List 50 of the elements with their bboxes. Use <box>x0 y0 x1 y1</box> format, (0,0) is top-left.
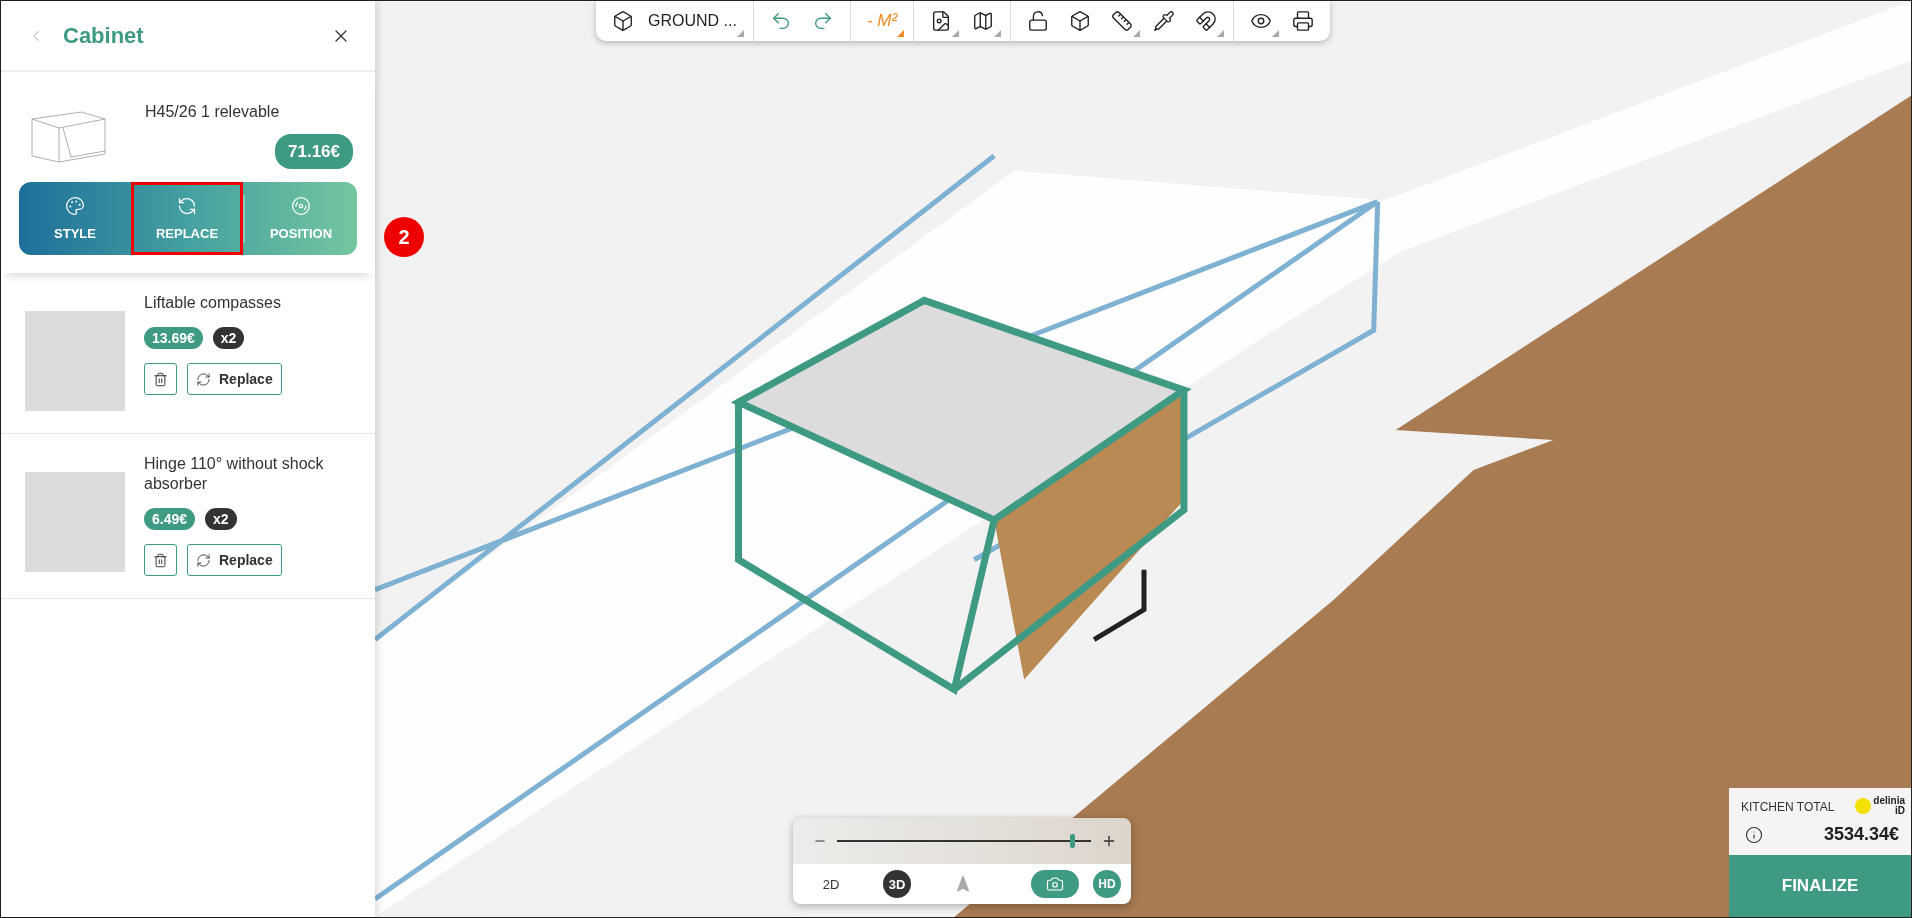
position-button[interactable]: POSITION <box>245 182 357 255</box>
brand-logo: delinia iD <box>1873 796 1905 816</box>
view-mode-button[interactable]: 3D <box>883 870 911 898</box>
quantity-tag: x2 <box>205 508 237 530</box>
price-tag: 13.69€ <box>144 327 203 349</box>
product-name: H45/26 1 relevable <box>145 102 280 122</box>
trash-icon <box>153 371 168 387</box>
plus-icon <box>1101 833 1117 849</box>
info-glyph <box>1745 825 1763 844</box>
refresh-icon <box>196 552 211 568</box>
total-amount: 3534.34€ <box>1823 824 1899 845</box>
print-icon <box>1292 10 1315 32</box>
ruler-icon <box>1111 10 1134 32</box>
accessory-name: Hinge 110° without shock absorber <box>144 454 325 494</box>
refresh-icon <box>196 371 211 387</box>
finalize-button[interactable]: FINALIZE <box>1729 855 1911 917</box>
map-icon <box>972 10 995 32</box>
quantity-tag: x2 <box>212 327 245 349</box>
position-icon <box>291 196 311 216</box>
zoom-slider[interactable] <box>837 834 1091 848</box>
style-button[interactable]: STYLE <box>19 182 131 255</box>
replace-button[interactable]: Replace <box>187 544 282 576</box>
hd-button[interactable]: HD <box>1093 870 1121 898</box>
magnet-icon <box>1195 10 1218 32</box>
replace-icon <box>177 196 197 216</box>
unlock-icon <box>1027 10 1050 32</box>
trash-icon <box>153 552 168 568</box>
camera-icon <box>1046 875 1064 893</box>
price-tag: 71.16€ <box>275 134 353 169</box>
info-icon[interactable] <box>1745 825 1763 844</box>
navigation-icon <box>954 875 972 893</box>
replace-button[interactable]: REPLACE <box>131 182 243 255</box>
area-button[interactable]: - M² <box>858 3 906 39</box>
delete-button[interactable] <box>144 544 177 576</box>
pipette-icon <box>1153 10 1176 32</box>
style-icon <box>65 196 85 216</box>
accessory-name: Liftable compasses <box>144 293 281 313</box>
zoom-in-button[interactable] <box>1101 833 1117 849</box>
slider-thumb[interactable] <box>1070 834 1076 848</box>
view-mode-button[interactable]: 2D <box>817 870 845 898</box>
level-selector[interactable]: GROUND ... <box>604 3 745 39</box>
replace-button[interactable]: Replace <box>187 363 282 395</box>
cube-icon <box>1069 10 1092 32</box>
panel-title: Cabinet <box>63 22 145 49</box>
price-tag: 6.49€ <box>144 508 196 530</box>
camera-button[interactable] <box>1031 870 1079 898</box>
floor-box-icon <box>612 10 634 32</box>
delete-button[interactable] <box>144 363 177 395</box>
total-label: KITCHEN TOTAL <box>1741 800 1835 814</box>
logo-dot-icon <box>1855 798 1872 814</box>
